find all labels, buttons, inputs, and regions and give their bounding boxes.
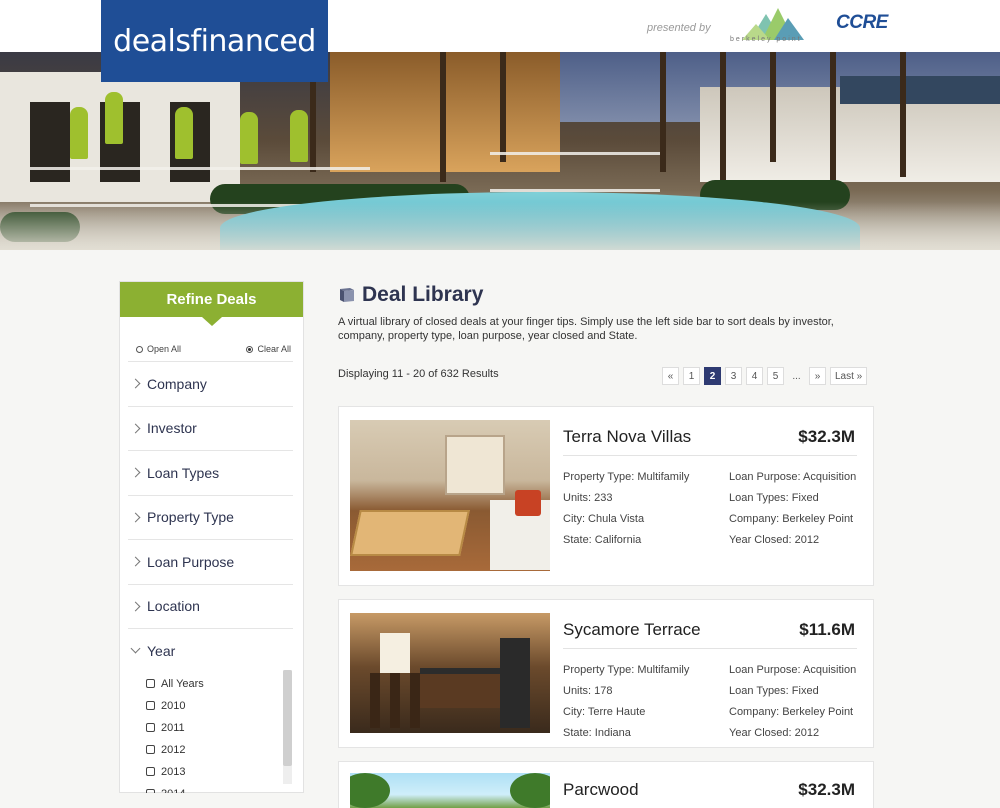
pager-next-button[interactable]: » bbox=[809, 367, 826, 385]
year-checkbox-list: All Years 2010 2011 2012 2013 2014 bbox=[146, 673, 291, 793]
pager-page-3[interactable]: 3 bbox=[725, 367, 742, 385]
deal-city: City: Terre Haute bbox=[563, 706, 646, 718]
deal-photo[interactable] bbox=[350, 773, 550, 808]
deal-loan-types: Loan Types: Fixed bbox=[729, 685, 819, 697]
clear-all-label: Clear All bbox=[257, 344, 291, 354]
deal-photo[interactable] bbox=[350, 420, 550, 571]
checkbox-icon bbox=[146, 745, 155, 754]
pager-page-4[interactable]: 4 bbox=[746, 367, 763, 385]
page-title-row: Deal Library bbox=[338, 283, 483, 307]
refine-deals-header: Refine Deals bbox=[120, 282, 303, 326]
pager-page-2[interactable]: 2 bbox=[704, 367, 721, 385]
deal-company: Company: Berkeley Point bbox=[729, 706, 854, 718]
year-option-2013[interactable]: 2013 bbox=[146, 761, 291, 783]
year-list-scrollbar-thumb[interactable] bbox=[283, 670, 292, 766]
pagination: « 1 2 3 4 5 ... » Last » bbox=[662, 367, 868, 385]
chevron-right-icon bbox=[130, 556, 141, 567]
deal-price: $32.3M bbox=[798, 427, 855, 446]
deal-units: Units: 178 bbox=[563, 685, 613, 697]
results-count: Displaying 11 - 20 of 632 Results bbox=[338, 368, 499, 380]
facet-label: Investor bbox=[147, 420, 197, 437]
year-option-2012[interactable]: 2012 bbox=[146, 739, 291, 761]
pager-page-5[interactable]: 5 bbox=[767, 367, 784, 385]
checkbox-icon bbox=[146, 679, 155, 688]
presented-by-text: presented by bbox=[647, 22, 711, 34]
deal-name[interactable]: Parcwood bbox=[563, 780, 639, 800]
checkbox-icon bbox=[146, 767, 155, 776]
year-label: All Years bbox=[161, 677, 204, 690]
deal-loan-purpose: Loan Purpose: Acquisition bbox=[729, 664, 857, 676]
page-title: Deal Library bbox=[362, 283, 484, 306]
page-description: A virtual library of closed deals at you… bbox=[338, 316, 834, 342]
deal-city: City: Chula Vista bbox=[563, 513, 645, 525]
chevron-right-icon bbox=[130, 423, 141, 434]
year-label: 2012 bbox=[161, 743, 186, 756]
pager-ellipsis: ... bbox=[792, 370, 801, 382]
facet-investor[interactable]: Investor bbox=[128, 405, 293, 451]
deal-year-closed: Year Closed: 2012 bbox=[729, 534, 820, 546]
site-logo-text: dealsfinanced bbox=[113, 23, 316, 59]
ccre-logo[interactable]: CCRE bbox=[836, 12, 888, 34]
year-option-2014[interactable]: 2014 bbox=[146, 783, 291, 793]
checkbox-icon bbox=[146, 701, 155, 710]
pager-first-button[interactable]: « bbox=[662, 367, 679, 385]
facet-location[interactable]: Location bbox=[128, 583, 293, 629]
deal-company: Company: Berkeley Point bbox=[729, 513, 854, 525]
deal-price: $11.6M bbox=[799, 620, 855, 639]
year-label: 2013 bbox=[161, 765, 186, 778]
year-label: 2010 bbox=[161, 699, 186, 712]
open-all-label: Open All bbox=[147, 344, 182, 354]
year-label: 2014 bbox=[161, 788, 185, 793]
facet-label: Location bbox=[147, 598, 200, 615]
deal-price: $32.3M bbox=[798, 780, 855, 799]
chevron-right-icon bbox=[130, 467, 141, 478]
deal-loan-types: Loan Types: Fixed bbox=[729, 492, 819, 504]
chevron-down-icon bbox=[130, 643, 141, 654]
clear-all-toggle[interactable]: Clear All bbox=[246, 337, 291, 361]
facet-year[interactable]: Year bbox=[128, 628, 293, 673]
year-option-all[interactable]: All Years bbox=[146, 673, 291, 695]
deal-loan-purpose: Loan Purpose: Acquisition bbox=[729, 471, 857, 483]
deal-year-closed: Year Closed: 2012 bbox=[729, 727, 820, 739]
facet-label: Year bbox=[147, 642, 176, 659]
year-label: 2011 bbox=[161, 721, 185, 734]
deal-name[interactable]: Terra Nova Villas bbox=[563, 427, 691, 447]
deal-units: Units: 233 bbox=[563, 492, 613, 504]
facet-label: Loan Purpose bbox=[147, 553, 235, 570]
year-option-2011[interactable]: 2011 bbox=[146, 717, 291, 739]
open-all-toggle[interactable]: Open All bbox=[136, 337, 181, 361]
facet-label: Company bbox=[147, 375, 207, 392]
facet-loan-types[interactable]: Loan Types bbox=[128, 450, 293, 495]
chevron-right-icon bbox=[130, 512, 141, 523]
clear-all-radio-icon bbox=[246, 345, 254, 353]
deal-card[interactable]: Parcwood $32.3M bbox=[338, 761, 874, 808]
facet-loan-purpose[interactable]: Loan Purpose bbox=[128, 539, 293, 584]
deal-card[interactable]: Terra Nova Villas $32.3M Property Type: … bbox=[338, 406, 874, 586]
deal-photo[interactable] bbox=[350, 613, 550, 733]
facet-company[interactable]: Company bbox=[128, 361, 293, 406]
deal-name[interactable]: Sycamore Terrace bbox=[563, 620, 701, 640]
chevron-right-icon bbox=[130, 378, 141, 389]
pager-page-1[interactable]: 1 bbox=[683, 367, 700, 385]
open-all-radio-icon bbox=[136, 345, 143, 353]
year-option-2010[interactable]: 2010 bbox=[146, 695, 291, 717]
checkbox-icon bbox=[146, 723, 155, 732]
site-logo[interactable]: dealsfinanced bbox=[101, 0, 328, 82]
refine-sidebar: Refine Deals Open All Clear All Company … bbox=[119, 281, 304, 793]
deal-card[interactable]: Sycamore Terrace $11.6M Property Type: M… bbox=[338, 599, 874, 748]
chevron-right-icon bbox=[130, 601, 141, 612]
deal-property-type: Property Type: Multifamily bbox=[563, 471, 690, 483]
facet-label: Property Type bbox=[147, 509, 234, 526]
book-icon bbox=[338, 287, 356, 303]
deal-property-type: Property Type: Multifamily bbox=[563, 664, 690, 676]
facet-label: Loan Types bbox=[147, 464, 220, 481]
deal-state: State: Indiana bbox=[563, 727, 631, 739]
checkbox-icon bbox=[146, 789, 155, 793]
berkeley-point-text: berkeley point bbox=[730, 36, 802, 43]
deal-state: State: California bbox=[563, 534, 642, 546]
facet-property-type[interactable]: Property Type bbox=[128, 494, 293, 540]
pager-last-button[interactable]: Last » bbox=[830, 367, 868, 385]
